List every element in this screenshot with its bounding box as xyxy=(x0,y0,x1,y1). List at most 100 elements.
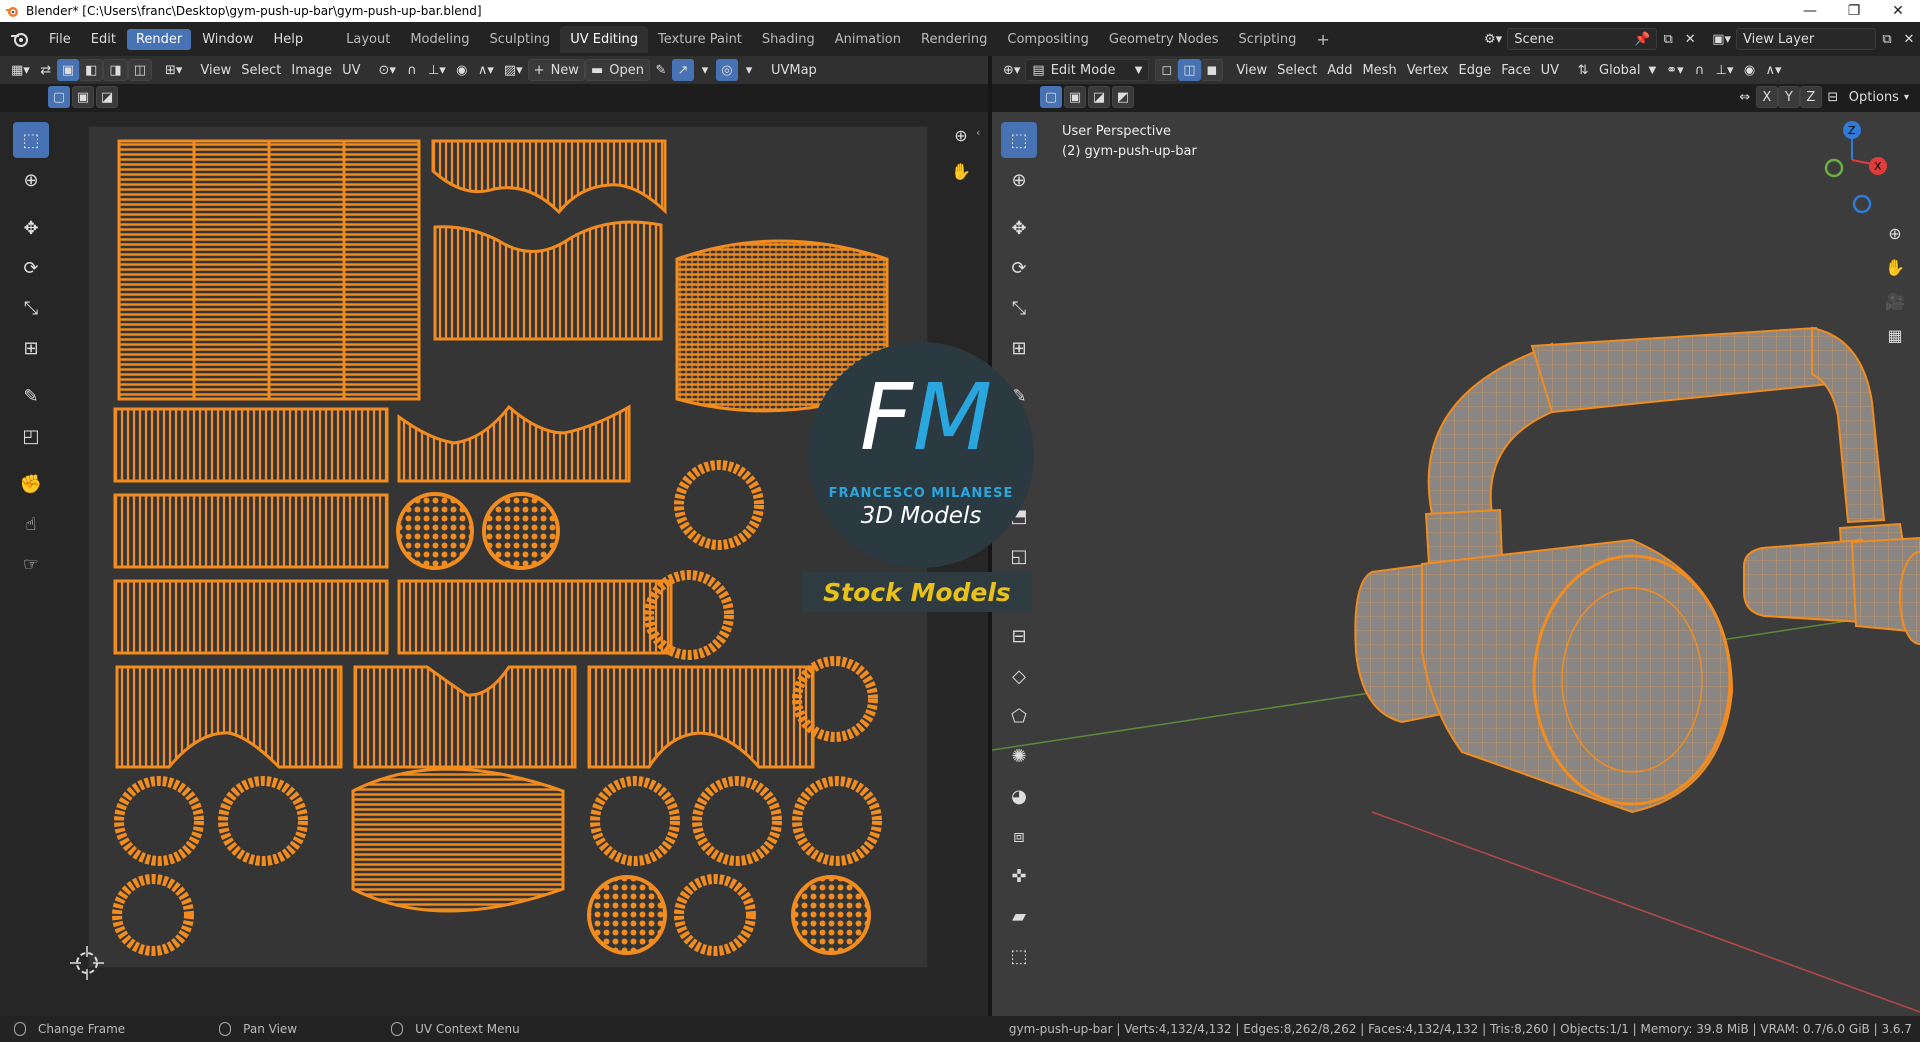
uv-island-notch-3[interactable] xyxy=(353,665,577,769)
vp-box-select-invert-icon[interactable]: ◩ xyxy=(1112,86,1134,108)
cursor-tool-icon[interactable]: ⊕ xyxy=(13,162,49,198)
vp-spin-tool-icon[interactable]: ✺ xyxy=(1001,738,1037,774)
viewport-proportional-icon[interactable]: ◉ xyxy=(1739,59,1761,81)
transform-tool-icon[interactable]: ⊞ xyxy=(13,330,49,366)
ortho-toggle-icon[interactable]: ▦ xyxy=(1880,320,1910,350)
vp-scale-tool-icon[interactable]: ⤡ xyxy=(1001,290,1037,326)
face-select-mode-icon[interactable]: ◼ xyxy=(1200,59,1224,81)
uv-island-disc-1[interactable] xyxy=(396,492,474,570)
vp-knife-tool-icon[interactable]: ◇ xyxy=(1001,658,1037,694)
vp-select-box-tool-icon[interactable]: ⬚ xyxy=(1001,122,1037,158)
view-layer-type-icon[interactable]: ▣▾ xyxy=(1707,28,1736,50)
vp-edge-slide-tool-icon[interactable]: ⧈ xyxy=(1001,818,1037,854)
uv-sync-selection-icon[interactable]: ⇄ xyxy=(35,59,57,81)
uv-island-disc-3[interactable] xyxy=(587,875,667,955)
tab-layout[interactable]: Layout xyxy=(336,26,400,53)
uv-island-bulge-2[interactable] xyxy=(351,767,565,913)
new-scene-icon[interactable]: ⧉ xyxy=(1657,28,1679,50)
vp-menu-uv[interactable]: UV xyxy=(1536,59,1564,81)
vp-menu-edge[interactable]: Edge xyxy=(1453,59,1496,81)
transform-orientation-icon[interactable]: ⇅ xyxy=(1572,59,1594,81)
gizmo-neg-z-axis[interactable] xyxy=(1852,194,1872,214)
tab-modeling[interactable]: Modeling xyxy=(400,26,479,53)
tab-scripting[interactable]: Scripting xyxy=(1229,26,1307,53)
select-mode-face-icon[interactable]: ◨ xyxy=(103,59,128,81)
mirror-y-button[interactable]: Y xyxy=(1777,86,1800,108)
move-tool-icon[interactable]: ✥ xyxy=(13,210,49,246)
add-workspace-button[interactable]: + xyxy=(1306,24,1339,55)
pin-icon[interactable]: 📌 xyxy=(1634,32,1650,47)
annotate-tool-icon[interactable]: ✎ xyxy=(13,378,49,414)
snap-icon[interactable]: ∩ xyxy=(401,59,423,81)
uv-pan-hand-icon[interactable]: ✋ xyxy=(946,156,976,186)
select-mode-vertex-icon[interactable]: ▣ xyxy=(56,59,80,81)
uv-island-ring-9[interactable] xyxy=(112,874,194,956)
menu-window[interactable]: Window xyxy=(193,29,262,50)
select-mode-edge-icon[interactable]: ◧ xyxy=(79,59,104,81)
uv-island-wave-2[interactable] xyxy=(397,404,631,483)
viewport-scene[interactable]: Z X xyxy=(991,112,1920,1016)
uv-island-disc-2[interactable] xyxy=(482,492,560,570)
uv-display-icon[interactable]: ▾ xyxy=(694,59,716,81)
uv-island-strip-4[interactable] xyxy=(397,579,673,655)
vp-move-tool-icon[interactable]: ✥ xyxy=(1001,210,1037,246)
vp-shrink-tool-icon[interactable]: ✜ xyxy=(1001,858,1037,894)
uv-island-large[interactable] xyxy=(117,139,421,401)
vp-box-select-extend-icon[interactable]: ▣ xyxy=(1064,86,1086,108)
chevron-left-icon[interactable]: ‹ xyxy=(976,126,980,139)
rotate-tool-icon[interactable]: ⟳ xyxy=(13,250,49,286)
maximize-button[interactable]: ❐ xyxy=(1832,0,1876,22)
uv-sync-icon[interactable]: ↗ xyxy=(671,59,694,81)
orientation-selector[interactable]: Global ▼ xyxy=(1594,59,1661,81)
push-up-bar-mesh[interactable] xyxy=(1354,326,1920,814)
vp-loop-cut-tool-icon[interactable]: ⊟ xyxy=(1001,618,1037,654)
uv-island-ring-5[interactable] xyxy=(218,776,308,866)
viewport-zoom-icon[interactable]: ⊕ xyxy=(1880,218,1910,248)
vp-transform-tool-icon[interactable]: ⊞ xyxy=(1001,330,1037,366)
options-dropdown[interactable]: Options ▾ xyxy=(1844,86,1914,108)
editor-type-icon[interactable]: ▦▾ xyxy=(6,59,35,81)
uv-island-notch-1[interactable] xyxy=(433,220,663,341)
uv-island-ring-7[interactable] xyxy=(692,776,782,866)
mirror-icon[interactable]: ⇔ xyxy=(1734,86,1756,108)
vp-rotate-tool-icon[interactable]: ⟳ xyxy=(1001,250,1037,286)
viewport-snap-target-icon[interactable]: ⊥▾ xyxy=(1711,59,1739,81)
close-window-button[interactable]: ✕ xyxy=(1876,0,1920,22)
uv-island-ring-4[interactable] xyxy=(114,776,204,866)
image-pin-icon[interactable]: ✎ xyxy=(650,59,672,81)
uv-island-strip-2[interactable] xyxy=(113,493,389,569)
vp-menu-face[interactable]: Face xyxy=(1496,59,1535,81)
minimize-button[interactable]: — xyxy=(1788,0,1832,22)
uv-island-disc-4[interactable] xyxy=(791,875,871,955)
vp-smooth-tool-icon[interactable]: ◕ xyxy=(1001,778,1037,814)
vertex-select-mode-icon[interactable]: ◻ xyxy=(1155,59,1179,81)
menu-file[interactable]: File xyxy=(40,29,80,50)
snap-target-icon[interactable]: ⊥▾ xyxy=(423,59,451,81)
scene-type-icon[interactable]: ⚙▾ xyxy=(1479,28,1507,50)
viewport-pan-icon[interactable]: ✋ xyxy=(1880,252,1910,282)
relax-tool-icon[interactable]: ☝ xyxy=(13,506,49,542)
uvmap-field[interactable]: UVMap xyxy=(766,59,822,81)
delete-scene-icon[interactable]: ✕ xyxy=(1679,28,1701,50)
sticky-selection-icon[interactable]: ⊞▾ xyxy=(160,59,187,81)
uv-image-canvas[interactable] xyxy=(88,126,928,968)
box-select-extend-icon[interactable]: ▣ xyxy=(72,86,94,108)
tab-compositing[interactable]: Compositing xyxy=(997,26,1099,53)
vp-menu-mesh[interactable]: Mesh xyxy=(1357,59,1401,81)
navigation-gizmo[interactable]: Z X xyxy=(1824,121,1887,214)
pinch-tool-icon[interactable]: ☞ xyxy=(13,546,49,582)
box-select-subtract-icon[interactable]: ◪ xyxy=(96,86,118,108)
uv-islands[interactable] xyxy=(89,127,929,969)
menu-help[interactable]: Help xyxy=(265,29,313,50)
tab-texture-paint[interactable]: Texture Paint xyxy=(648,26,752,53)
pivot-icon[interactable]: ⚭▾ xyxy=(1661,59,1688,81)
falloff-icon[interactable]: ∧▾ xyxy=(473,59,499,81)
uv-menu-select[interactable]: Select xyxy=(236,59,286,81)
blender-menu-icon[interactable] xyxy=(10,30,30,48)
vp-menu-add[interactable]: Add xyxy=(1322,59,1357,81)
tab-sculpting[interactable]: Sculpting xyxy=(479,26,560,53)
overlay-dropdown-icon[interactable]: ▾ xyxy=(738,59,760,81)
uv-island-ring-1[interactable] xyxy=(674,460,764,550)
vp-box-select-new-icon[interactable]: ▢ xyxy=(1040,86,1062,108)
vp-menu-select[interactable]: Select xyxy=(1272,59,1322,81)
